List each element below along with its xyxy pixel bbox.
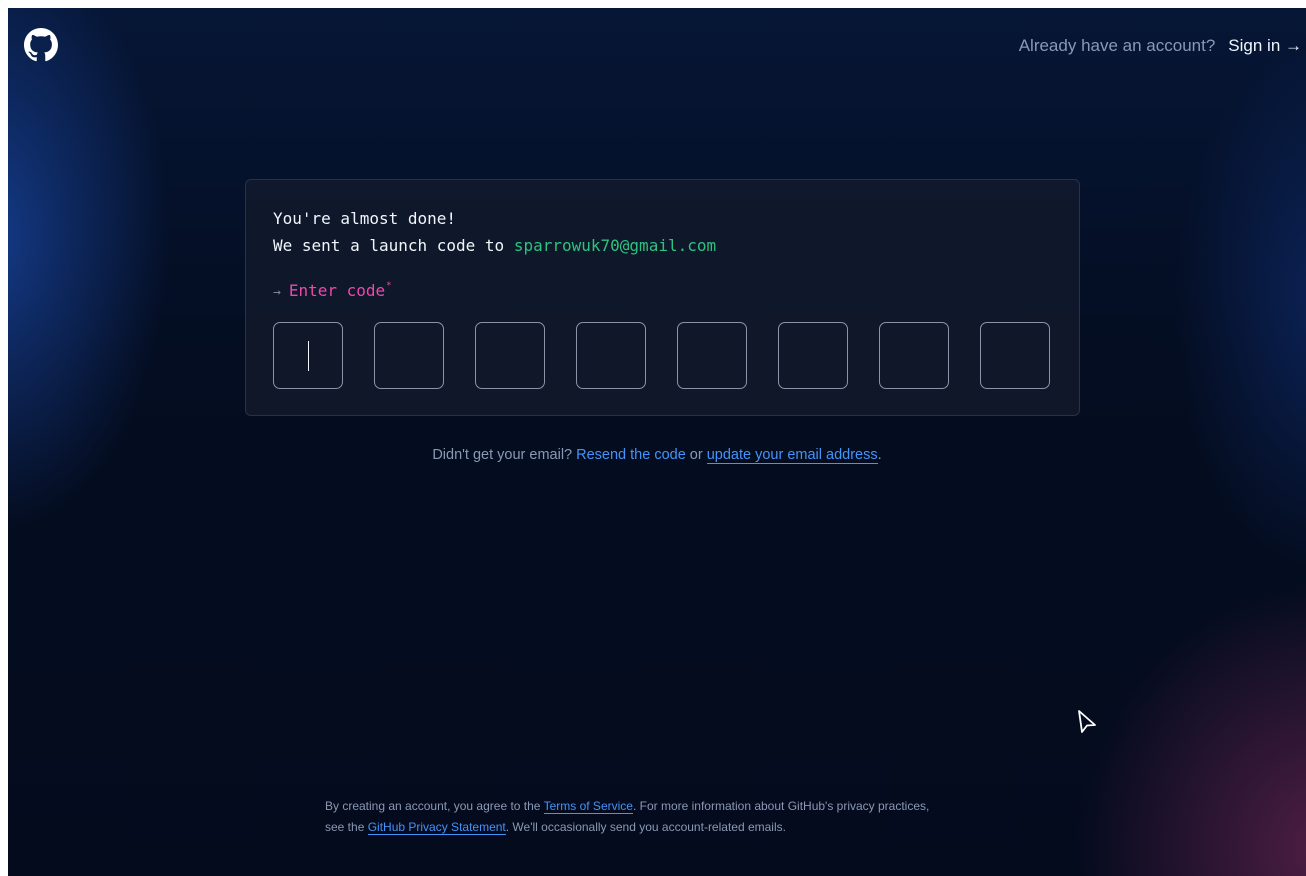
footer-legal-text: By creating an account, you agree to the… — [325, 796, 1025, 838]
update-email-link[interactable]: update your email address — [706, 447, 878, 464]
code-digit-7[interactable] — [879, 322, 949, 389]
text-caret — [308, 341, 309, 371]
resend-prefix: Didn't get your email? — [432, 447, 577, 463]
email-address: sparrowuk70@gmail.com — [513, 236, 717, 255]
sign-in-link[interactable]: Sign in → — [1228, 36, 1302, 56]
mouse-pointer-icon — [1078, 710, 1096, 733]
code-digit-2[interactable] — [374, 322, 444, 389]
launch-code-sent-text: We sent a launch code to sparrowuk70@gma… — [273, 236, 716, 255]
privacy-statement-link[interactable]: GitHub Privacy Statement — [367, 820, 506, 835]
resend-suffix: . — [877, 447, 882, 463]
prompt-arrow-icon: → — [273, 285, 281, 300]
signin-prompt: Already have an account? Sign in → — [1019, 36, 1302, 56]
code-digit-4[interactable] — [576, 322, 646, 389]
github-octocat-icon — [24, 28, 58, 62]
footer-part2: . For more information about GitHub's pr… — [632, 799, 930, 813]
resend-middle: or — [685, 447, 707, 463]
code-input-group — [273, 322, 1050, 389]
terms-of-service-link[interactable]: Terms of Service — [543, 799, 633, 814]
verification-card: You're almost done! We sent a launch cod… — [245, 179, 1080, 416]
code-digit-5[interactable] — [677, 322, 747, 389]
launch-code-prefix: We sent a launch code to — [273, 236, 514, 255]
footer-part3: see the — [325, 820, 368, 834]
enter-code-text: Enter code — [288, 281, 386, 300]
code-digit-6[interactable] — [778, 322, 848, 389]
footer-part4: . We'll occasionally send you account-re… — [505, 820, 786, 834]
code-digit-3[interactable] — [475, 322, 545, 389]
already-have-account-text: Already have an account? — [1018, 36, 1216, 55]
signup-page: Already have an account? Sign in → You'r… — [8, 8, 1306, 876]
required-asterisk: * — [386, 281, 392, 291]
footer-part1: By creating an account, you agree to the — [325, 799, 544, 813]
enter-code-label: → Enter code* — [273, 281, 392, 300]
code-digit-8[interactable] — [980, 322, 1050, 389]
code-digit-1[interactable] — [273, 322, 343, 389]
github-logo-icon[interactable] — [24, 28, 58, 62]
resend-code-text: Didn't get your email? Resend the code o… — [8, 447, 1306, 464]
almost-done-text: You're almost done! — [273, 209, 457, 228]
resend-code-link[interactable]: Resend the code — [576, 447, 686, 463]
